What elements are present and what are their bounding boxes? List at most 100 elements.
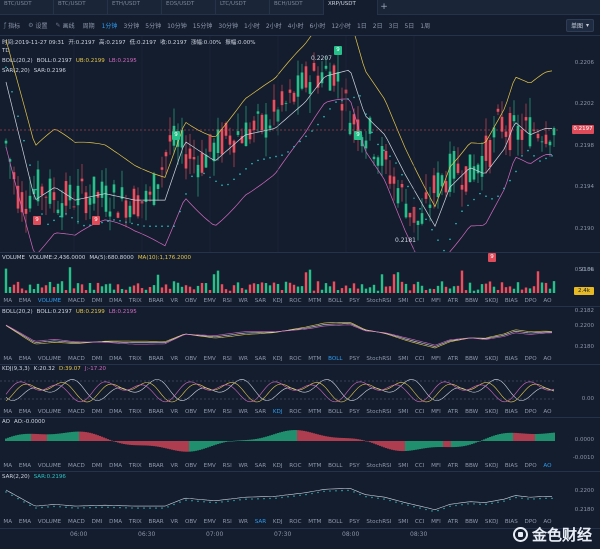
indicator-tab[interactable]: StochRSI	[363, 356, 395, 362]
indicator-tab[interactable]: SKDJ	[482, 298, 502, 304]
indicator-tab[interactable]: BRAR	[145, 409, 167, 415]
indicator-tab[interactable]: ROC	[286, 519, 305, 525]
timeframe-option[interactable]: 30分钟	[215, 21, 241, 30]
indicator-tab[interactable]: EMA	[15, 519, 34, 525]
indicator-tab[interactable]: OBV	[182, 519, 201, 525]
indicator-tab[interactable]: SAR	[251, 409, 269, 415]
indicator-tab[interactable]: VR	[167, 298, 182, 304]
indicator-tab[interactable]: PSY	[346, 519, 363, 525]
indicator-tab[interactable]: WR	[235, 298, 251, 304]
indicator-tab[interactable]: VOLUME	[34, 356, 64, 362]
indicator-tab[interactable]: MA	[0, 519, 15, 525]
indicator-tab[interactable]: AO	[540, 298, 555, 304]
indicator-tab[interactable]: EMA	[15, 409, 34, 415]
indicator-tab[interactable]: EMV	[200, 409, 219, 415]
indicator-tab[interactable]: DMI	[88, 356, 106, 362]
indicator-tab[interactable]: StochRSI	[363, 298, 395, 304]
indicator-tab[interactable]: BBW	[462, 356, 482, 362]
indicator-tab[interactable]: TRIX	[126, 409, 146, 415]
indicator-tab[interactable]: MFI	[428, 298, 444, 304]
indicator-tab[interactable]: BRAR	[145, 356, 167, 362]
draw-button[interactable]: ✎ 画线	[52, 16, 79, 36]
indicator-tab[interactable]: RSI	[219, 463, 235, 469]
timeframe-option[interactable]: 1分钟	[99, 21, 121, 30]
indicator-tab[interactable]: BBW	[462, 298, 482, 304]
indicator-tab[interactable]: MACD	[65, 298, 89, 304]
pair-tab[interactable]: BTC/USDT	[54, 0, 108, 15]
indicator-tab[interactable]: VR	[167, 519, 182, 525]
indicator-tab[interactable]: OBV	[182, 356, 201, 362]
indicator-tab[interactable]: ROC	[286, 463, 305, 469]
indicator-tab[interactable]: SAR	[251, 463, 269, 469]
indicator-tab[interactable]: MTM	[305, 519, 325, 525]
indicator-tab[interactable]: ATR	[444, 298, 461, 304]
indicator-tab[interactable]: MTM	[305, 463, 325, 469]
indicator-tab[interactable]: DMI	[88, 463, 106, 469]
indicator-tab[interactable]: ATR	[444, 519, 461, 525]
indicator-tab[interactable]: SMI	[395, 356, 412, 362]
indicator-tab[interactable]: DPO	[521, 463, 540, 469]
pair-tab[interactable]: BCH/USDT	[270, 0, 324, 15]
timeframe-option[interactable]: 3分钟	[120, 21, 142, 30]
indicator-tab[interactable]: EMV	[200, 519, 219, 525]
indicator-tab[interactable]: RSI	[219, 409, 235, 415]
indicator-tab[interactable]: AO	[540, 356, 555, 362]
timeframe-option[interactable]: 5分钟	[142, 21, 164, 30]
indicator-tab[interactable]: CCI	[412, 463, 428, 469]
indicator-tab[interactable]: TRIX	[126, 298, 146, 304]
indicator-tab[interactable]: BIAS	[501, 356, 521, 362]
indicator-tab[interactable]: SKDJ	[482, 409, 502, 415]
indicator-tab[interactable]: MACD	[65, 519, 89, 525]
indicator-tab[interactable]: BIAS	[501, 463, 521, 469]
settings-button[interactable]: ⚙ 设置	[24, 16, 51, 36]
indicator-tab[interactable]: MTM	[305, 409, 325, 415]
indicator-tab[interactable]: BRAR	[145, 519, 167, 525]
timeframe-option[interactable]: 1日	[354, 21, 370, 30]
indicator-tab[interactable]: EMV	[200, 463, 219, 469]
indicator-tab[interactable]: DMA	[106, 356, 126, 362]
indicator-tab[interactable]: WR	[235, 463, 251, 469]
indicator-tab[interactable]: WR	[235, 409, 251, 415]
indicator-tab[interactable]: BBW	[462, 463, 482, 469]
pair-tab[interactable]: ETH/USDT	[108, 0, 162, 15]
indicator-tab[interactable]: DMA	[106, 409, 126, 415]
indicator-tab[interactable]: CCI	[412, 356, 428, 362]
indicator-tab[interactable]: ROC	[286, 356, 305, 362]
indicator-tab[interactable]: ATR	[444, 409, 461, 415]
indicator-tab[interactable]: OBV	[182, 409, 201, 415]
indicator-tab[interactable]: WR	[235, 519, 251, 525]
indicator-tab[interactable]: SMI	[395, 298, 412, 304]
indicator-tab[interactable]: SMI	[395, 409, 412, 415]
indicator-tab[interactable]: AO	[540, 409, 555, 415]
indicator-tab[interactable]: ATR	[444, 356, 461, 362]
indicator-tab[interactable]: CCI	[412, 409, 428, 415]
indicator-tab[interactable]: VR	[167, 356, 182, 362]
indicator-tab[interactable]: MACD	[65, 463, 89, 469]
indicator-tab[interactable]: DMI	[88, 409, 106, 415]
indicator-tab[interactable]: CCI	[412, 298, 428, 304]
indicator-tab[interactable]: ROC	[286, 409, 305, 415]
indicator-tab[interactable]: BOLL	[325, 298, 346, 304]
indicators-button[interactable]: ƒ 指标	[0, 16, 24, 36]
indicator-tab[interactable]: StochRSI	[363, 409, 395, 415]
timeframe-option[interactable]: 12小时	[328, 21, 354, 30]
indicator-tab[interactable]: RSI	[219, 519, 235, 525]
indicator-tab[interactable]: OBV	[182, 298, 201, 304]
pair-tab[interactable]: LTC/USDT	[216, 0, 270, 15]
indicator-tab[interactable]: MFI	[428, 409, 444, 415]
timeframe-option[interactable]: 2日	[370, 21, 386, 30]
indicator-tab[interactable]: VOLUME	[34, 463, 64, 469]
indicator-tab[interactable]: KDJ	[269, 356, 285, 362]
indicator-tab[interactable]: BBW	[462, 409, 482, 415]
indicator-tab[interactable]: RSI	[219, 298, 235, 304]
indicator-tab[interactable]: BOLL	[325, 519, 346, 525]
indicator-tab[interactable]: MTM	[305, 298, 325, 304]
indicator-tab[interactable]: DMA	[106, 298, 126, 304]
indicator-tab[interactable]: SKDJ	[482, 356, 502, 362]
indicator-tab[interactable]: KDJ	[269, 298, 285, 304]
indicator-tab[interactable]: VOLUME	[34, 519, 64, 525]
indicator-tab[interactable]: SMI	[395, 519, 412, 525]
indicator-tab[interactable]: EMA	[15, 356, 34, 362]
indicator-tab[interactable]: MA	[0, 356, 15, 362]
indicator-tab[interactable]: PSY	[346, 356, 363, 362]
